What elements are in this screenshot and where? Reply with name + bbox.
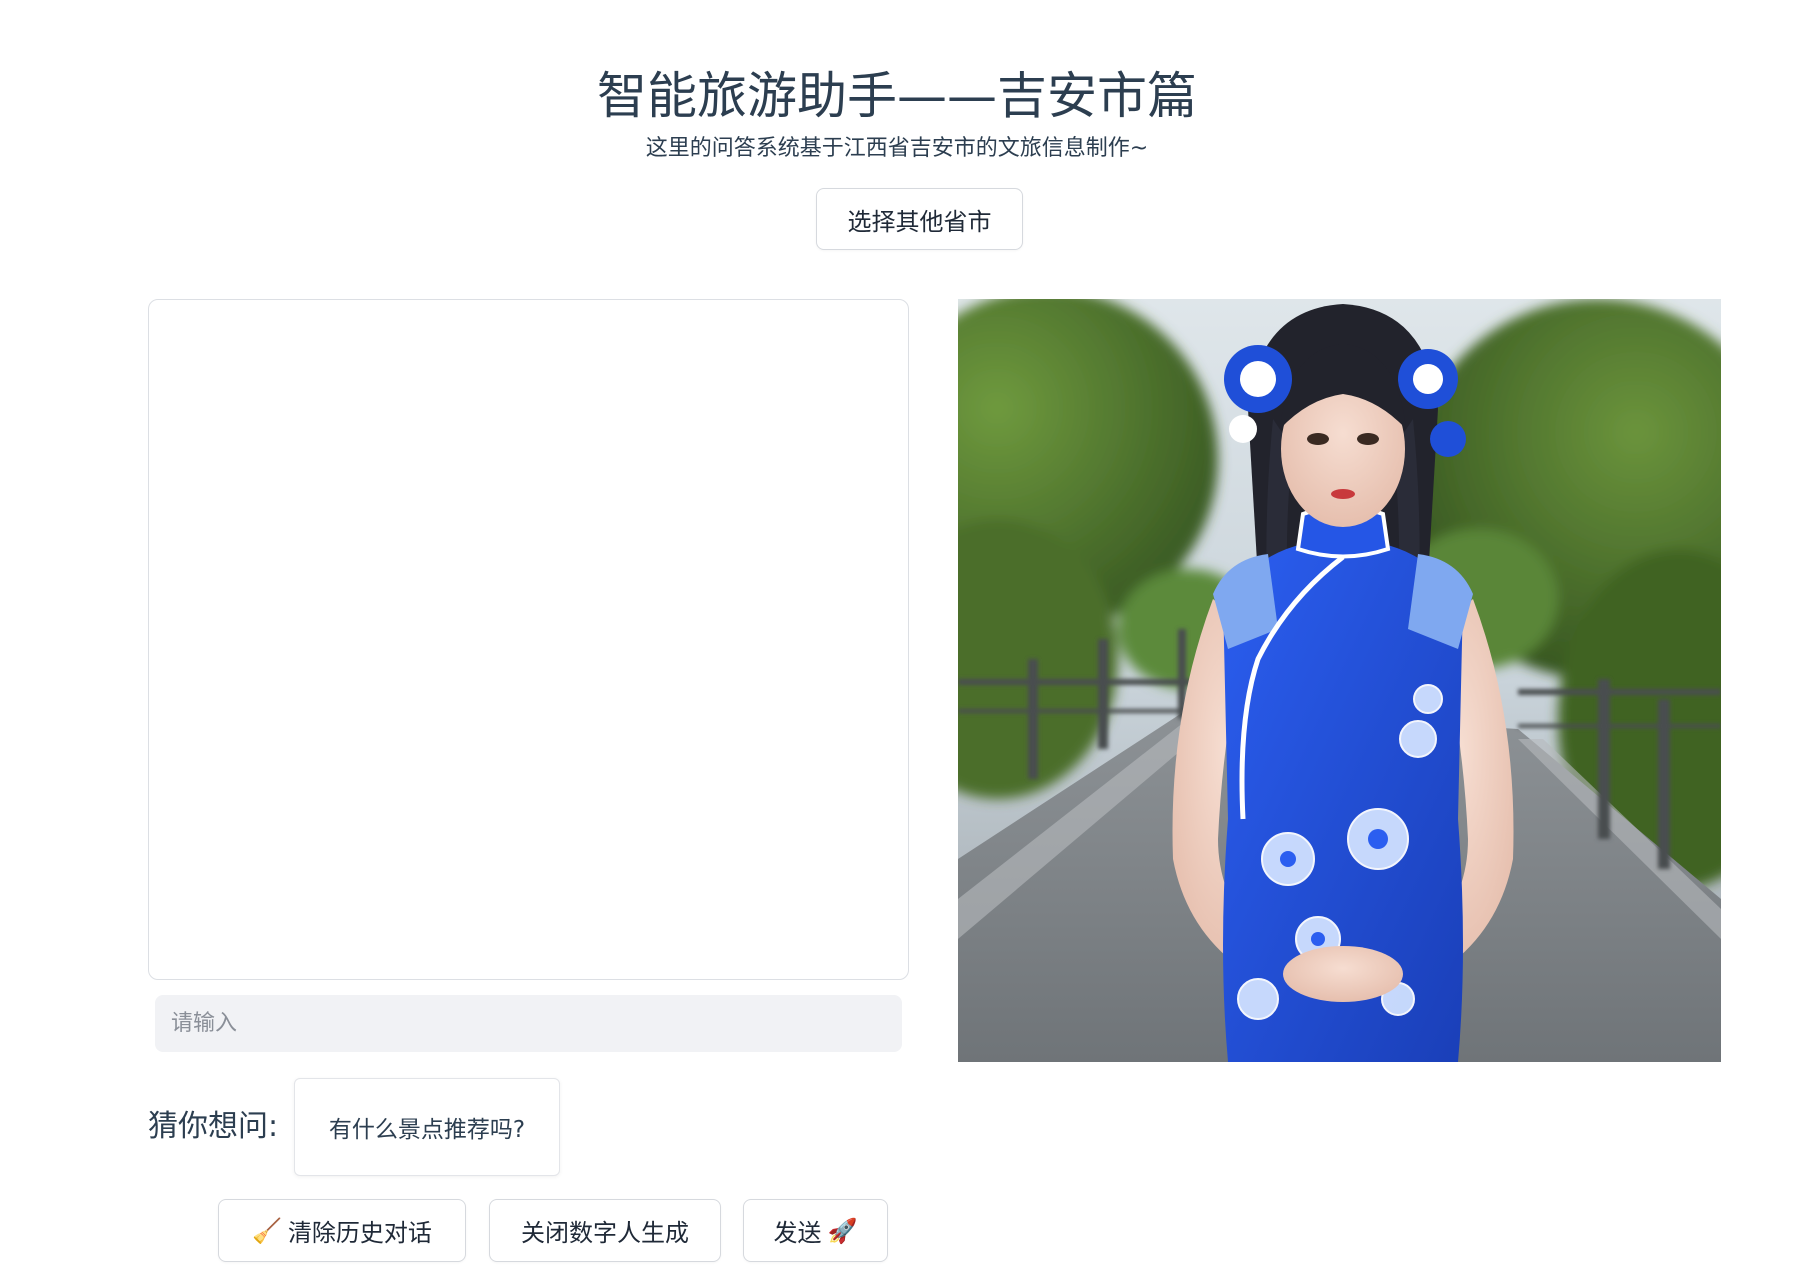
digital-human-portrait (958, 299, 1721, 1062)
chat-history-panel[interactable] (148, 299, 909, 980)
send-label: 发送 (773, 1219, 822, 1247)
close-digital-human-button[interactable]: 关闭数字人生成 (489, 1199, 721, 1262)
suggestion-item[interactable]: 有什么景点推荐吗? (294, 1078, 560, 1176)
rocket-icon: 🚀 (827, 1216, 858, 1245)
broom-icon: 🧹 (252, 1216, 282, 1245)
digital-human-image (958, 299, 1721, 1062)
chat-input[interactable] (155, 995, 902, 1052)
send-button[interactable]: 发送 🚀 (743, 1199, 888, 1262)
page-title: 智能旅游助手——吉安市篇 (597, 67, 1197, 125)
clear-history-button[interactable]: 🧹 清除历史对话 (218, 1199, 466, 1262)
select-other-city-button[interactable]: 选择其他省市 (816, 188, 1023, 250)
clear-history-label: 清除历史对话 (287, 1219, 432, 1247)
suggestions-label: 猜你想问: (148, 1109, 279, 1144)
page-subtitle: 这里的问答系统基于江西省吉安市的文旅信息制作~ (645, 136, 1149, 161)
